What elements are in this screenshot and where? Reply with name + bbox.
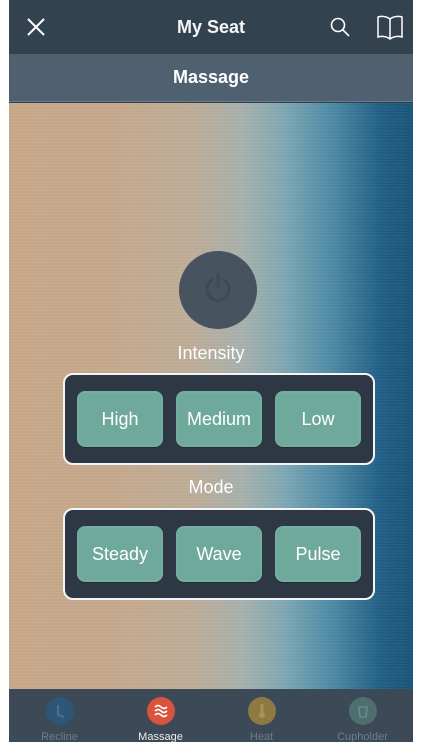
thermometer-icon	[247, 697, 276, 725]
mode-steady-button[interactable]: Steady	[77, 526, 163, 582]
mode-wave-button[interactable]: Wave	[176, 526, 262, 582]
mode-group: Steady Wave Pulse	[63, 508, 375, 600]
massage-waves-icon	[146, 697, 175, 725]
search-icon[interactable]	[323, 10, 357, 44]
top-nav-bar: My Seat	[9, 0, 413, 54]
book-icon[interactable]	[373, 10, 407, 44]
tab-label-cupholder: Cupholder	[337, 731, 388, 742]
intensity-label: Intensity	[177, 343, 245, 363]
tab-label-recline: Recline	[41, 731, 78, 742]
tab-label-massage: Massage	[138, 731, 183, 742]
intensity-high-button[interactable]: High	[77, 391, 163, 447]
section-title: Massage	[172, 67, 250, 87]
mode-label: Mode	[188, 477, 234, 497]
mode-pulse-button[interactable]: Pulse	[275, 526, 361, 582]
tab-label-heat: Heat	[249, 731, 274, 742]
cupholder-icon	[348, 697, 377, 725]
intensity-medium-button[interactable]: Medium	[176, 391, 262, 447]
intensity-low-button[interactable]: Low	[275, 391, 361, 447]
massage-panel: Intensity High Medium Low Mode Steady Wa…	[9, 103, 413, 689]
power-button[interactable]	[179, 251, 257, 329]
tab-heat[interactable]: Heat	[211, 689, 312, 742]
app-frame: My Seat Massage Intensity High Medium Lo…	[9, 0, 413, 742]
tab-recline[interactable]: Recline	[9, 689, 110, 742]
bottom-tab-bar: Recline Massage Heat Cupholder	[9, 689, 413, 742]
section-header: Massage	[9, 54, 413, 102]
tab-massage[interactable]: Massage	[110, 689, 211, 742]
tab-cupholder[interactable]: Cupholder	[312, 689, 413, 742]
intensity-group: High Medium Low	[63, 373, 375, 465]
power-icon	[200, 270, 236, 311]
recline-icon	[45, 697, 74, 725]
